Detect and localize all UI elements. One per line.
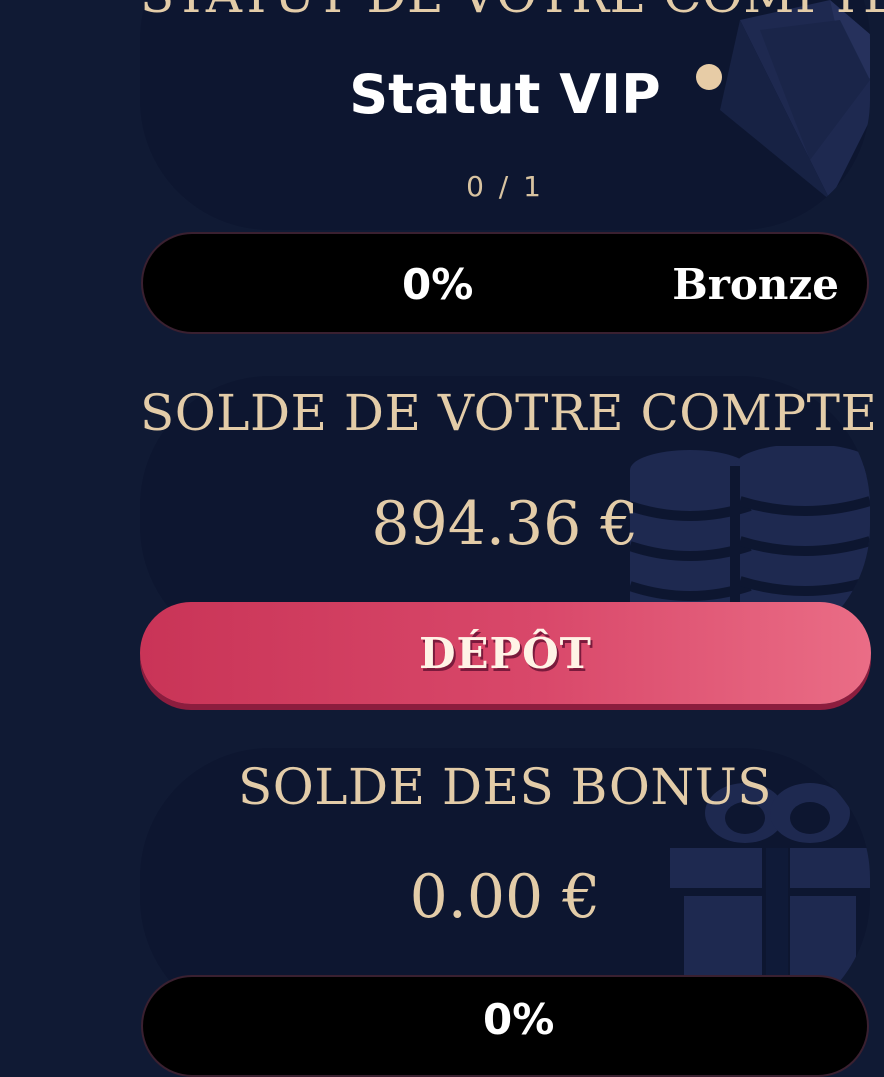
vip-progress-percent: 0% (402, 260, 474, 309)
bonus-progress-percent: 0% (483, 995, 555, 1044)
account-balance-amount: 894.36 € (371, 489, 639, 559)
vip-status-label: Statut VIP (349, 63, 661, 126)
account-balance-title: SOLDE DE VOTRE COMPTE (140, 384, 878, 442)
account-status-title: STATUT DE VOTRE COMPTE: (140, 0, 884, 20)
vip-level-label: Bronze (672, 260, 839, 309)
bonus-balance-title: SOLDE DES BONUS (238, 758, 772, 816)
vip-progress-count: 0 / 1 (466, 170, 544, 203)
notification-dot (696, 64, 722, 90)
deposit-button[interactable]: DÉPÔT (140, 602, 871, 704)
bonus-balance-amount: 0.00 € (409, 862, 601, 932)
vip-progress-bar: 0% Bronze (141, 232, 869, 334)
bonus-progress-bar: 0% (141, 975, 869, 1077)
